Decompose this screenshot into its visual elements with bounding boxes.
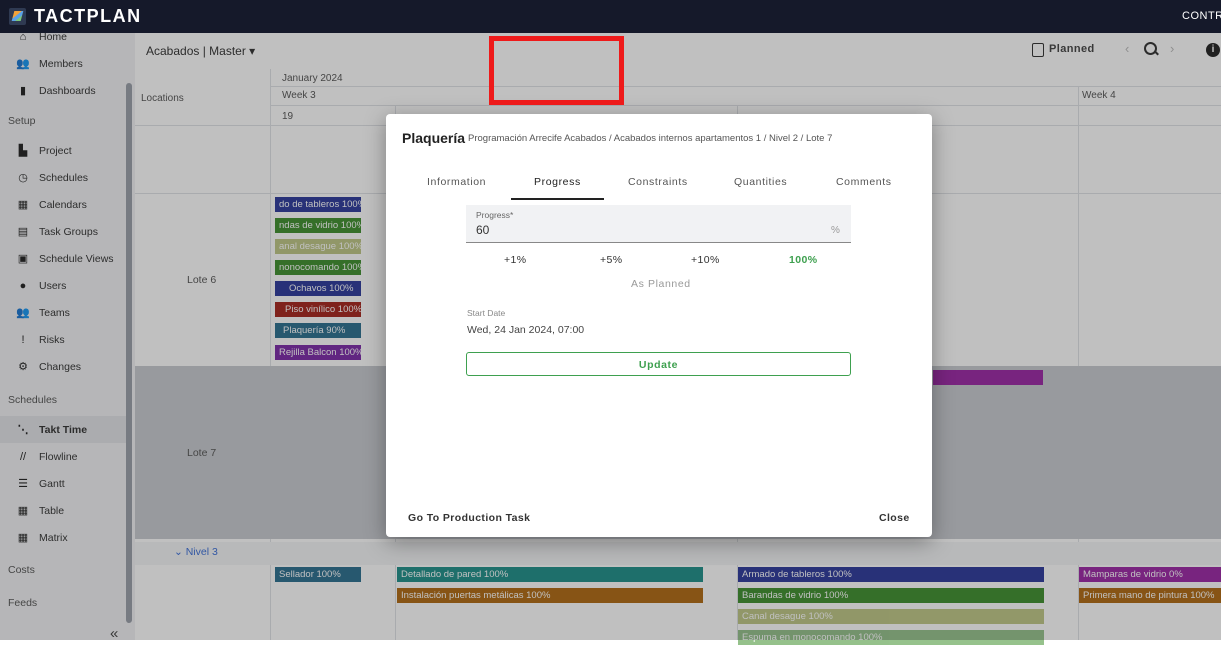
dialog-title: Plaquería — [402, 130, 466, 146]
start-date-value[interactable]: Wed, 24 Jan 2024, 07:00 — [467, 324, 584, 336]
tab-information[interactable]: Information — [427, 176, 486, 188]
progress-value[interactable]: 60 — [476, 223, 489, 237]
complete-100-button[interactable]: 100% — [789, 254, 817, 266]
dialog-breadcrumb: Programación Arrecife Acabados / Acabado… — [468, 133, 833, 144]
plus-5-button[interactable]: +5% — [600, 254, 623, 266]
go-to-production-task-button[interactable]: Go To Production Task — [408, 512, 530, 524]
start-date-label: Start Date — [467, 308, 506, 318]
tab-progress[interactable]: Progress — [534, 176, 581, 188]
brand-name: TACTPLAN — [34, 6, 142, 26]
top-right-label[interactable]: CONTRO — [1182, 10, 1221, 22]
highlight-box — [489, 36, 624, 105]
top-bar: TACTPLAN CONTRO — [0, 0, 1221, 33]
progress-label: Progress* — [476, 210, 514, 220]
task-dialog: Plaquería Programación Arrecife Acabados… — [386, 114, 932, 537]
percent-unit: % — [831, 225, 840, 236]
as-planned-button[interactable]: As Planned — [631, 278, 691, 290]
progress-input[interactable]: Progress* 60 % — [466, 205, 851, 243]
plus-1-button[interactable]: +1% — [504, 254, 527, 266]
tab-quantities[interactable]: Quantities — [734, 176, 787, 188]
update-button[interactable]: Update — [466, 352, 851, 376]
active-tab-indicator — [511, 198, 604, 200]
tab-comments[interactable]: Comments — [836, 176, 892, 188]
logo-icon — [9, 8, 26, 25]
plus-10-button[interactable]: +10% — [691, 254, 720, 266]
tab-constraints[interactable]: Constraints — [628, 176, 688, 188]
close-button[interactable]: Close — [879, 512, 910, 524]
